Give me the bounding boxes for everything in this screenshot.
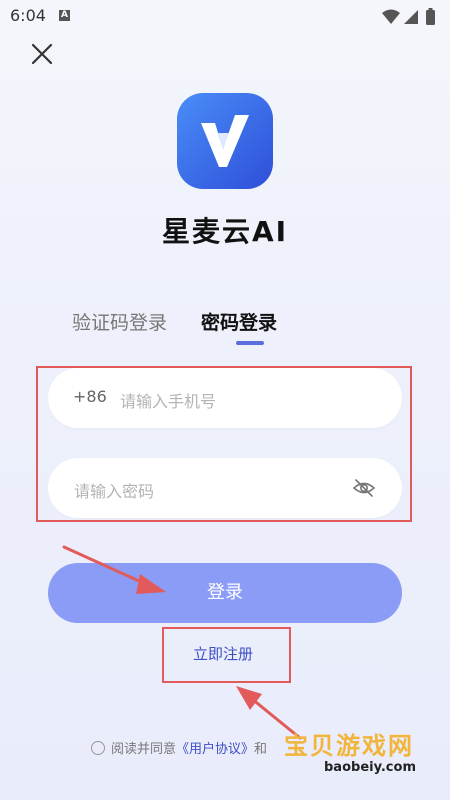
- wifi-icon: [382, 9, 400, 24]
- status-bar: 6:04 A: [0, 0, 450, 36]
- login-button[interactable]: 登录: [48, 563, 402, 623]
- app-logo: [177, 93, 273, 189]
- agreement-prefix: 阅读并同意: [111, 742, 177, 757]
- register-link[interactable]: 立即注册: [193, 643, 253, 664]
- agreement-row: 阅读并同意《用户协议》和: [91, 738, 267, 757]
- watermark-text: 宝贝游戏网: [284, 731, 414, 760]
- battery-icon: [426, 10, 435, 25]
- close-button[interactable]: [28, 40, 56, 68]
- notification-badge-icon: A: [59, 10, 70, 21]
- tab-verification-code-login[interactable]: 验证码登录: [72, 308, 167, 335]
- app-name: 星麦云AI: [161, 215, 289, 248]
- signal-icon: [404, 10, 418, 24]
- agreement-radio[interactable]: [91, 741, 105, 755]
- status-time: 6:04: [10, 6, 46, 25]
- active-tab-indicator: [236, 341, 264, 345]
- agreement-and: 和: [254, 742, 268, 757]
- user-agreement-link[interactable]: 《用户协议》: [176, 742, 254, 757]
- watermark: 宝贝游戏网 baobeiy.com: [284, 726, 416, 775]
- watermark-url: baobeiy.com: [324, 760, 416, 775]
- tab-password-login[interactable]: 密码登录: [201, 308, 277, 335]
- status-icons: [380, 7, 440, 31]
- close-icon: [31, 43, 53, 65]
- annotation-box-inputs: [36, 366, 412, 522]
- login-tabs: 验证码登录 密码登录: [0, 308, 450, 348]
